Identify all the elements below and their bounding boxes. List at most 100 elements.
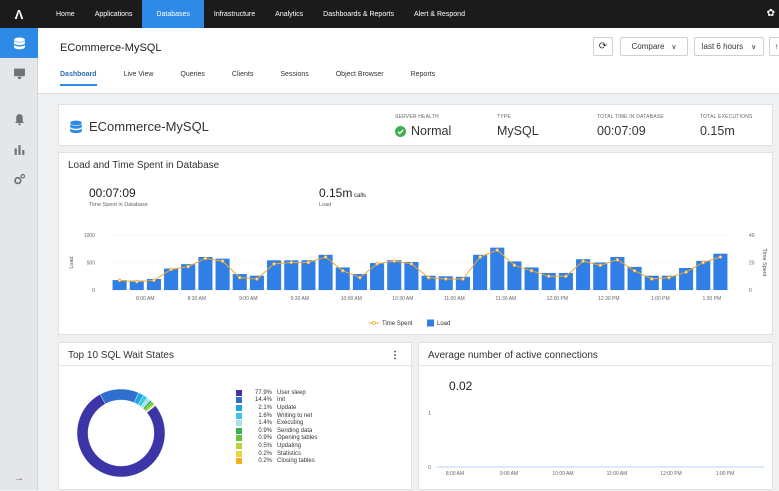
kpi-card: ECommerce-MySQL SERVER HEALTH Normal TYP… <box>58 104 773 146</box>
type-value: MySQL <box>497 124 539 138</box>
time-spent-point <box>615 258 620 262</box>
tab-object-browser[interactable]: Object Browser <box>336 71 384 86</box>
y2-axis-label: Time Spent <box>761 249 767 277</box>
wait-states-panel: Top 10 SQL Wait States ⋮ 77.9% User sleep… <box>58 342 413 490</box>
nav-item-databases[interactable]: Databases <box>142 0 204 28</box>
wait-legend-item: 14.4% Init <box>236 397 317 405</box>
legend-percent: 1.4% <box>258 420 272 427</box>
time-spent-point <box>238 275 242 280</box>
server-health-label: SERVER HEALTH <box>395 114 439 120</box>
sidebar-monitor-icon[interactable] <box>0 58 38 88</box>
legend-swatch <box>236 404 242 411</box>
load-bar <box>473 254 488 290</box>
wait-states-donut <box>76 388 166 478</box>
total-time: TOTAL TIME IN DATABASE 00:07:09 <box>597 114 664 138</box>
x-tick-label: 10:00 AM <box>341 296 362 302</box>
legend-swatch <box>236 389 242 396</box>
y-tick-label: 500 <box>87 261 96 267</box>
sidebar-gears-icon[interactable] <box>0 164 38 194</box>
time-spent-point <box>306 260 311 265</box>
load-bar <box>370 263 385 290</box>
time-spent-point <box>581 259 585 263</box>
nav-item-dashboards-reports[interactable]: Dashboards & Reports <box>313 0 404 28</box>
panel-menu-icon[interactable]: ⋮ <box>390 350 400 361</box>
y2-tick-label: 20 <box>749 261 755 267</box>
legend-label: Updating <box>277 442 302 449</box>
page-title: ECommerce-MySQL <box>60 42 162 54</box>
legend-swatch <box>236 450 242 457</box>
refresh-icon: ⟳ <box>598 41 608 52</box>
time-spent-point <box>632 269 637 273</box>
legend-percent: 14.4% <box>254 397 272 404</box>
check-circle-icon <box>395 125 406 137</box>
expand-arrow-icon[interactable]: → <box>0 472 38 484</box>
load-bar <box>610 257 625 290</box>
tab-clients[interactable]: Clients <box>232 71 253 86</box>
load-time-chart: 1000 500 0 40 20 0 Load Time Spent 8:00 AM 8:30 A… <box>69 233 767 327</box>
total-executions-value: 0.15m <box>700 124 735 138</box>
type-label: TYPE <box>497 114 511 120</box>
legend-label: Update <box>277 404 297 411</box>
legend-swatch <box>236 412 242 419</box>
legend-label: Opening tables <box>277 435 318 442</box>
time-spent-point <box>169 267 173 272</box>
refresh-button[interactable]: ⟳ <box>593 37 613 56</box>
tab-queries[interactable]: Queries <box>180 71 205 86</box>
nav-item-analytics[interactable]: Analytics <box>265 0 313 28</box>
tab-live-view[interactable]: Live View <box>124 71 154 86</box>
tab-sessions[interactable]: Sessions <box>280 71 308 86</box>
sidebar-bell-icon[interactable] <box>0 104 38 134</box>
nav-item-infrastructure[interactable]: Infrastructure <box>204 0 265 28</box>
time-spent-point <box>289 260 293 265</box>
time-spent-point <box>135 280 139 284</box>
load-bar <box>404 261 419 290</box>
app-logo[interactable]: Λ <box>0 0 38 28</box>
kpi-db-title: ECommerce-MySQL <box>89 119 209 134</box>
more-button[interactable]: ↑ <box>769 37 779 56</box>
x-tick-label: 12:30 PM <box>598 296 619 302</box>
legend-percent: 77.9% <box>254 389 272 396</box>
load-bar <box>318 254 333 290</box>
sidebar: → <box>0 28 38 490</box>
time-spent-point <box>358 275 362 280</box>
wait-states-legend: 77.9% User sleep 14.4% Init 2.1% Update 1.6% Wr… <box>236 389 317 465</box>
load-bar <box>164 268 179 290</box>
time-spent-point <box>529 269 534 273</box>
settings-gear-icon[interactable]: ✿ <box>767 8 775 19</box>
legend-label: Load <box>437 321 450 327</box>
time-spent-point <box>547 274 551 278</box>
tab-reports[interactable]: Reports <box>411 71 436 86</box>
compare-dropdown[interactable]: Compare ∨ <box>620 37 688 56</box>
legend-swatch <box>236 442 242 449</box>
sidebar-database-icon[interactable] <box>0 28 38 58</box>
y-tick-label: 1 <box>428 411 431 417</box>
wait-legend-item: 0.9% Opening tables <box>236 435 317 443</box>
legend-label: Closing tables <box>277 458 315 465</box>
y-tick-label: 0 <box>92 288 95 294</box>
load-bar <box>713 253 728 290</box>
sidebar-chart-icon[interactable] <box>0 134 38 164</box>
upload-icon: ↑ <box>774 42 779 51</box>
time-range-dropdown[interactable]: last 6 hours ∨ <box>694 37 764 56</box>
wait-legend-item: 0.2% Closing tables <box>236 457 317 465</box>
time-spent-point <box>152 278 156 283</box>
x-tick-label: 8:00 AM <box>446 471 464 477</box>
time-spent-point <box>186 264 190 269</box>
nav-item-home[interactable]: Home <box>46 0 85 28</box>
legend-label: Sending data <box>277 427 313 434</box>
tab-dashboard[interactable]: Dashboard <box>60 71 97 86</box>
nav-item-applications[interactable]: Applications <box>85 0 143 28</box>
time-spent-point <box>461 277 465 281</box>
x-tick-label: 9:00 AM <box>239 296 257 302</box>
tab-bar: Dashboard Live View Queries Clients Sessions… <box>60 71 462 86</box>
legend-label: Executing <box>277 420 304 427</box>
y2-tick-label: 0 <box>749 288 752 294</box>
load-bar <box>284 260 299 290</box>
time-spent-point <box>684 270 688 274</box>
nav-item-alert-respond[interactable]: Alert & Respond <box>404 0 475 28</box>
time-spent-point <box>512 263 517 267</box>
chevron-down-icon: ∨ <box>671 43 677 51</box>
time-spent-point <box>444 277 448 281</box>
x-tick-label: 11:30 AM <box>495 296 516 302</box>
page-header: ECommerce-MySQL ⟳ Compare ∨ last 6 hours… <box>38 28 779 94</box>
